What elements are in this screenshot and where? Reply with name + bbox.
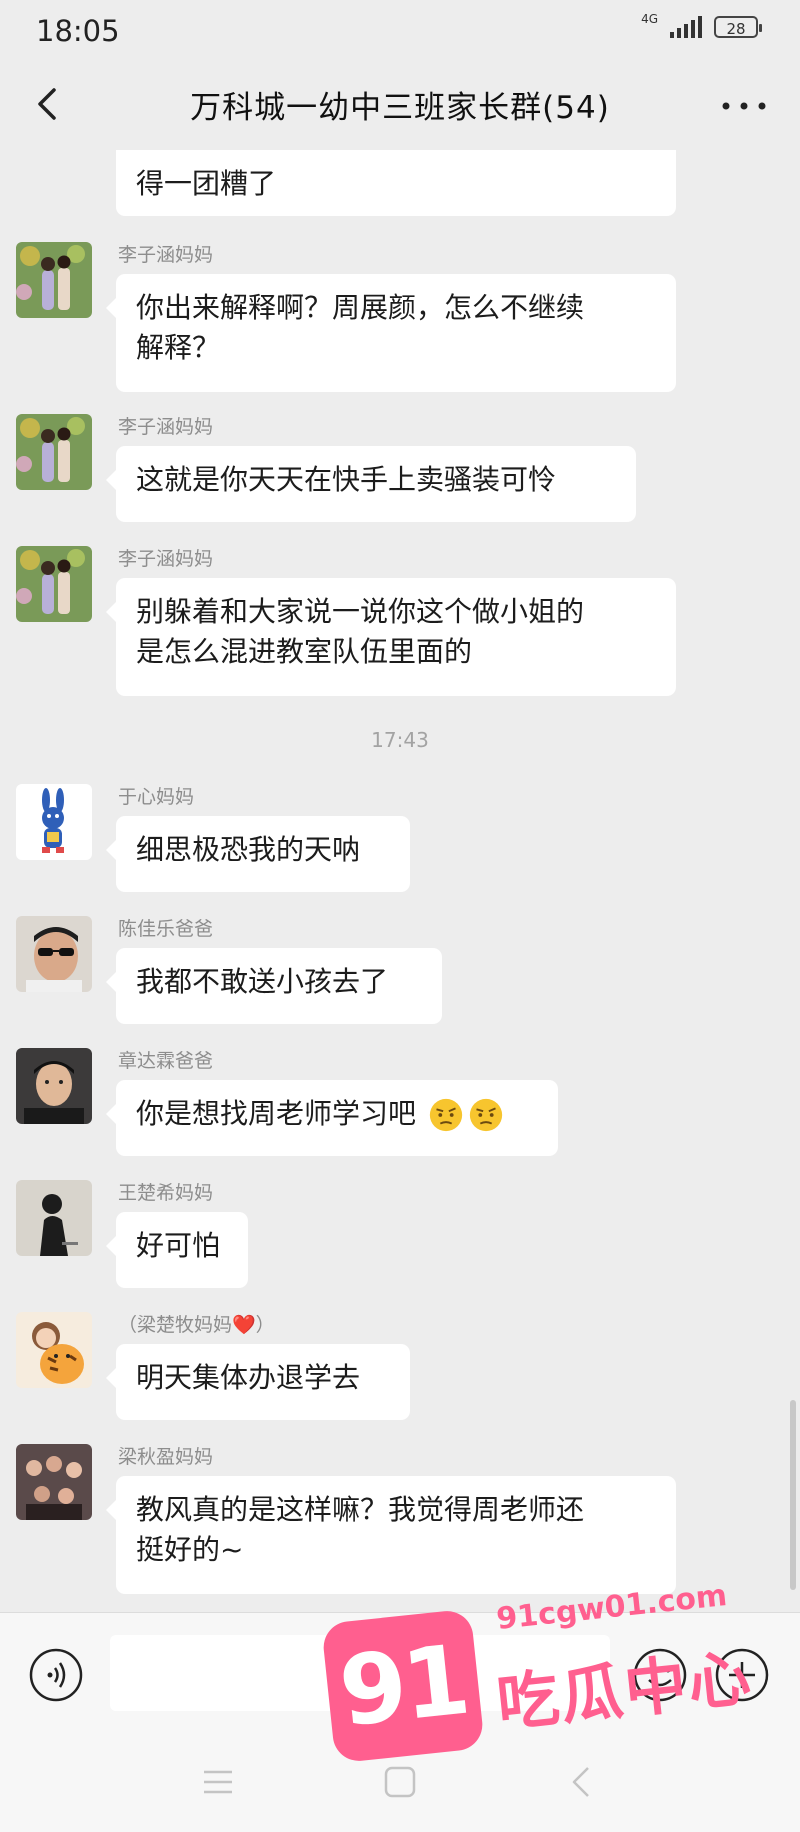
plus-icon xyxy=(715,1648,769,1702)
more-dots-icon xyxy=(722,102,766,110)
message-input[interactable] xyxy=(110,1635,610,1711)
group-photo-avatar xyxy=(16,1444,92,1520)
couple-photo-avatar xyxy=(16,414,92,490)
sender-name: 李子涵妈妈 xyxy=(118,416,214,438)
time-divider: 17:43 xyxy=(371,728,429,752)
status-indicators: 4G 28 xyxy=(641,12,762,38)
back-triangle-icon xyxy=(572,1767,589,1797)
home-square-icon xyxy=(384,1766,416,1798)
sender-name: 章达霖爸爸 xyxy=(118,1050,214,1072)
blue-rabbit-avatar xyxy=(16,784,92,860)
message-bubble[interactable]: 得一团糟了 xyxy=(116,150,676,216)
back-button[interactable] xyxy=(26,80,74,128)
message-bubble[interactable]: 别躲着和大家说一说你这个做小姐的 是怎么混进教室队伍里面的 xyxy=(106,578,676,696)
message-bubble[interactable]: 明天集体办退学去 xyxy=(106,1344,410,1420)
emoji-icon xyxy=(633,1648,687,1702)
message-text-line: 别躲着和大家说一说你这个做小姐的 xyxy=(136,595,585,628)
avatar[interactable] xyxy=(16,1180,92,1256)
avatar[interactable] xyxy=(16,546,92,622)
message-bubble[interactable]: 你是想找周老师学习吧 xyxy=(106,1080,558,1156)
woman-silhouette-avatar xyxy=(16,1180,92,1256)
sender-name: 李子涵妈妈 xyxy=(118,548,214,570)
message-text-line: 教风真的是这样嘛？我觉得周老师还 xyxy=(136,1493,585,1526)
input-bar xyxy=(0,1612,800,1731)
sender-name: 王楚希妈妈 xyxy=(118,1182,214,1204)
home-nav-button[interactable] xyxy=(378,1760,422,1804)
message-text: 这就是你天天在快手上卖骚装可怜 xyxy=(136,463,557,496)
menu-nav-button[interactable] xyxy=(196,1760,240,1804)
message-text-line: 挺好的~ xyxy=(136,1533,244,1566)
sender-name: 梁秋盈妈妈 xyxy=(118,1446,214,1468)
cartoon-tiger-girl-avatar xyxy=(16,1312,92,1388)
message-bubble[interactable]: 细思极恐我的天呐 xyxy=(106,816,410,892)
voice-button[interactable] xyxy=(28,1647,84,1703)
plus-button[interactable] xyxy=(714,1647,770,1703)
message-text: 你是想找周老师学习吧 xyxy=(136,1097,417,1130)
sender-name: 陈佳乐爸爸 xyxy=(118,918,214,940)
message-text-line: 是怎么混进教室队伍里面的 xyxy=(136,635,473,668)
battery-level: 28 xyxy=(726,20,746,38)
thinking-face-emoji xyxy=(429,1098,463,1132)
man-portrait-avatar xyxy=(16,1048,92,1124)
sender-name: （梁楚牧妈妈❤️） xyxy=(118,1314,275,1336)
thinking-face-emoji xyxy=(469,1098,503,1132)
man-sunglasses-avatar xyxy=(16,916,92,992)
sender-name: 李子涵妈妈 xyxy=(118,244,214,266)
message-bubble[interactable]: 你出来解释啊？周展颜，怎么不继续 解释？ xyxy=(106,274,676,392)
message-bubble[interactable]: 我都不敢送小孩去了 xyxy=(106,948,442,1024)
sender-name: 于心妈妈 xyxy=(118,786,195,808)
network-label: 4G xyxy=(641,12,658,26)
avatar[interactable] xyxy=(16,1312,92,1388)
avatar[interactable] xyxy=(16,1444,92,1520)
avatar[interactable] xyxy=(16,242,92,318)
scrollbar[interactable] xyxy=(790,1400,796,1590)
avatar[interactable] xyxy=(16,414,92,490)
chevron-left-icon xyxy=(38,88,56,120)
status-time: 18:05 xyxy=(36,14,120,48)
avatar[interactable] xyxy=(16,1048,92,1124)
back-nav-button[interactable] xyxy=(560,1760,604,1804)
couple-photo-avatar xyxy=(16,242,92,318)
chat-title: 万科城一幼中三班家长群(54) xyxy=(190,90,610,126)
message-text: 明天集体办退学去 xyxy=(136,1361,361,1394)
message-text-line: 你出来解释啊？周展颜，怎么不继续 xyxy=(136,291,585,324)
more-button[interactable] xyxy=(716,86,772,126)
system-nav-bar xyxy=(0,1730,800,1832)
message-text: 细思极恐我的天呐 xyxy=(136,833,361,866)
chat-header: 万科城一幼中三班家长群(54) xyxy=(0,58,800,150)
message-bubble[interactable]: 教风真的是这样嘛？我觉得周老师还 挺好的~ xyxy=(106,1476,676,1594)
message-bubble[interactable]: 这就是你天天在快手上卖骚装可怜 xyxy=(106,446,636,522)
menu-lines-icon xyxy=(204,1770,232,1794)
message-text: 得一团糟了 xyxy=(136,167,277,200)
emoji-button[interactable] xyxy=(632,1647,688,1703)
voice-icon xyxy=(29,1648,83,1702)
couple-photo-avatar xyxy=(16,546,92,622)
message-list[interactable]: 得一团糟了 李子涵妈妈 你出来解释啊？周展颜，怎么不继续 解释？ 李子涵妈妈 这… xyxy=(0,150,800,1612)
status-bar: 18:05 4G 28 xyxy=(0,0,800,58)
message-bubble[interactable]: 好可怕 xyxy=(106,1212,248,1288)
signal-icon xyxy=(670,16,702,38)
message-text: 好可怕 xyxy=(136,1229,221,1262)
battery-icon: 28 xyxy=(714,16,762,38)
avatar[interactable] xyxy=(16,916,92,992)
avatar[interactable] xyxy=(16,784,92,860)
message-text-line: 解释？ xyxy=(136,331,221,364)
message-text: 我都不敢送小孩去了 xyxy=(136,965,389,998)
